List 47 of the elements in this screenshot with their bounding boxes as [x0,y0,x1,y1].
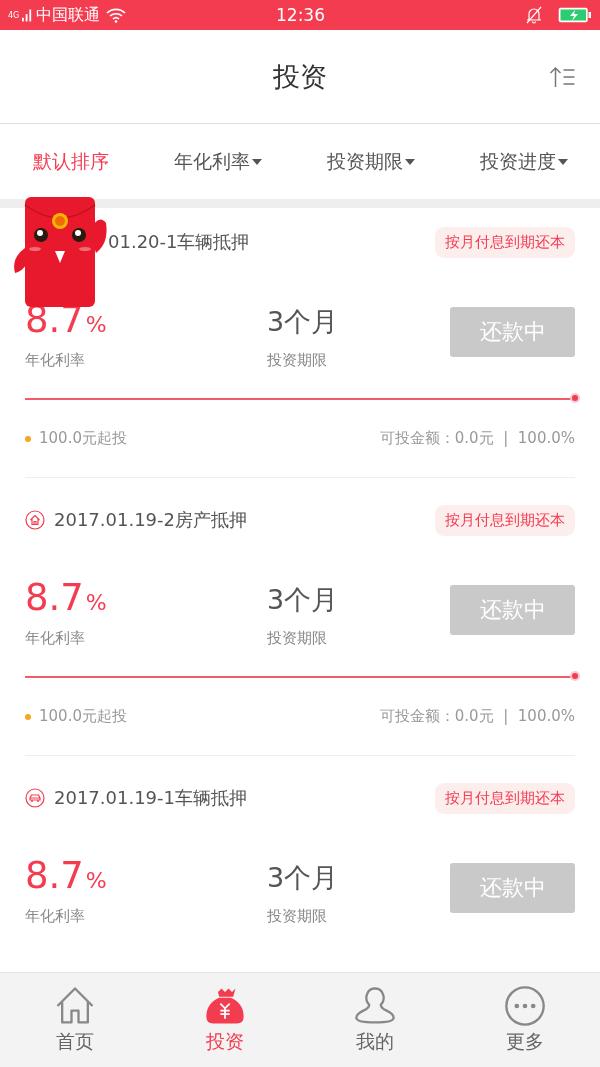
filter-tab[interactable]: 投资进度 [475,144,572,179]
muted-bell-icon [526,6,542,24]
network-label: 4G [8,10,20,20]
rate-label: 年化利率 [25,629,86,648]
wifi-icon [106,7,127,23]
tab-bar-item[interactable]: 我的 [335,985,415,1055]
filter-tab[interactable]: 年化利率 [169,144,266,179]
available-amount: 可投金额：0.0元 | 100.0% [379,707,575,726]
house-icon [25,510,45,530]
repayment-tag: 按月付息到期还本 [435,504,575,536]
filter-tab[interactable]: 投资期限 [322,144,419,179]
term-label: 投资期限 [267,907,328,926]
tab-bar-item[interactable]: 首页 [35,985,115,1055]
product-title: 2017.01.19-1车辆抵押 [54,786,247,810]
term-value: 3个月 [267,861,340,895]
term-value: 3个月 [267,305,340,339]
bullet-dot [25,435,31,442]
available-amount: 可投金额：0.0元 | 100.0% [379,429,575,448]
minimum-investment: 100.0元起投 [39,429,127,448]
battery-icon [558,7,592,23]
product-title: 2017.01.19-2房产抵押 [54,508,247,532]
minimum-investment: 100.0元起投 [39,707,127,726]
repayment-tag: 按月付息到期还本 [435,782,575,814]
repayment-tag: 按月付息到期还本 [435,226,575,258]
interest-rate: 8.7% [25,854,108,899]
tab-bar-item[interactable]: 更多 [485,985,565,1055]
page-title: 投资 [273,59,327,94]
caret-icon [251,158,262,165]
term-label: 投资期限 [267,351,328,370]
caret-icon [404,158,415,165]
carrier-name: 中国联通 [36,4,101,26]
interest-rate: 8.7% [25,576,108,621]
term-label: 投资期限 [267,629,328,648]
filter-tab[interactable]: 默认排序 [28,144,113,179]
more-icon [504,985,546,1027]
home-icon [54,985,96,1027]
product-title: 01.20-1车辆抵押 [108,230,250,254]
tab-bar-item[interactable]: 投资 [185,985,265,1055]
sort-icon [549,66,576,88]
rate-label: 年化利率 [25,351,86,370]
signal-icon [22,8,34,22]
car-icon [25,788,45,808]
caret-icon [557,158,568,165]
status-time: 12:36 [276,5,325,25]
rate-label: 年化利率 [25,907,86,926]
bullet-dot [25,713,31,720]
term-value: 3个月 [267,583,340,617]
